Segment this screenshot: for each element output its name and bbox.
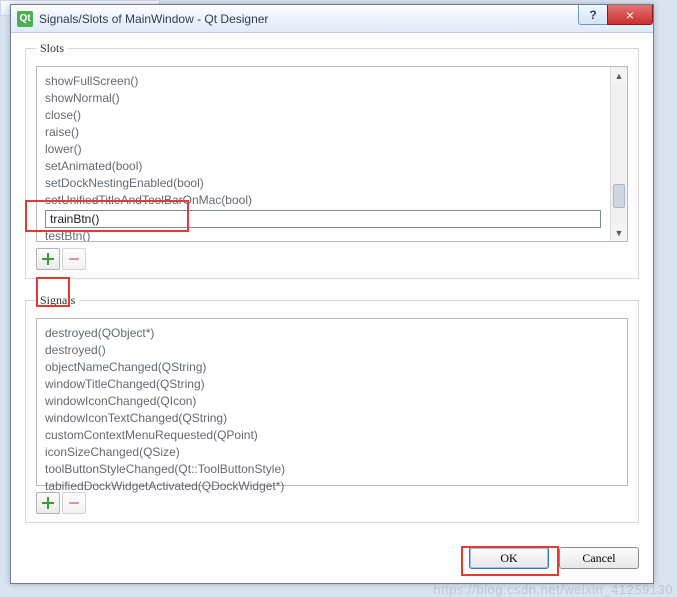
ok-button[interactable]: OK xyxy=(469,547,549,569)
list-item[interactable]: testBtn() xyxy=(45,228,601,241)
minus-icon xyxy=(67,252,81,266)
slots-group: Slots showFullScreen() showNormal() clos… xyxy=(25,41,639,279)
signals-group: Signals destroyed(QObject*) destroyed() … xyxy=(25,293,639,523)
list-item[interactable]: iconSizeChanged(QSize) xyxy=(45,444,619,461)
list-item[interactable]: raise() xyxy=(45,124,601,141)
dialog-body: Slots showFullScreen() showNormal() clos… xyxy=(25,41,639,569)
list-item[interactable]: windowIconChanged(QIcon) xyxy=(45,393,619,410)
list-item[interactable]: customContextMenuRequested(QPoint) xyxy=(45,427,619,444)
slots-scrollbar[interactable]: ▲ ▼ xyxy=(610,67,627,241)
list-item[interactable]: lower() xyxy=(45,141,601,158)
list-item[interactable]: destroyed(QObject*) xyxy=(45,325,619,342)
signals-legend: Signals xyxy=(36,293,79,308)
list-item[interactable]: setAnimated(bool) xyxy=(45,158,601,175)
list-item[interactable]: windowIconTextChanged(QString) xyxy=(45,410,619,427)
add-signal-button[interactable] xyxy=(36,492,60,514)
close-button[interactable]: × xyxy=(607,5,653,25)
help-button[interactable]: ? xyxy=(578,5,608,25)
scroll-track[interactable] xyxy=(611,84,627,224)
list-item[interactable]: windowTitleChanged(QString) xyxy=(45,376,619,393)
list-item[interactable]: setUnifiedTitleAndToolBarOnMac(bool) xyxy=(45,192,601,209)
list-item[interactable]: close() xyxy=(45,107,601,124)
signals-listbox[interactable]: destroyed(QObject*) destroyed() objectNa… xyxy=(36,318,628,486)
cancel-button[interactable]: Cancel xyxy=(559,547,639,569)
minus-icon xyxy=(67,496,81,510)
plus-icon xyxy=(41,496,55,510)
remove-slot-button[interactable] xyxy=(62,248,86,270)
slot-edit-row xyxy=(45,210,601,228)
scroll-down-icon[interactable]: ▼ xyxy=(611,224,627,241)
remove-signal-button[interactable] xyxy=(62,492,86,514)
plus-icon xyxy=(41,252,55,266)
signals-toolbar xyxy=(36,492,628,514)
qt-logo-icon: Qt xyxy=(17,11,33,27)
slots-list-inner: showFullScreen() showNormal() close() ra… xyxy=(37,67,609,241)
slot-name-input[interactable] xyxy=(45,210,601,228)
list-item[interactable]: showFullScreen() xyxy=(45,73,601,90)
titlebar[interactable]: Qt Signals/Slots of MainWindow - Qt Desi… xyxy=(11,5,653,33)
scroll-up-icon[interactable]: ▲ xyxy=(611,67,627,84)
slots-toolbar xyxy=(36,248,628,270)
list-item[interactable]: showNormal() xyxy=(45,90,601,107)
signals-slots-dialog: Qt Signals/Slots of MainWindow - Qt Desi… xyxy=(10,4,654,584)
list-item[interactable]: toolButtonStyleChanged(Qt::ToolButtonSty… xyxy=(45,461,619,478)
slots-listbox[interactable]: showFullScreen() showNormal() close() ra… xyxy=(36,66,628,242)
slots-legend: Slots xyxy=(36,41,68,56)
list-item[interactable]: setDockNestingEnabled(bool) xyxy=(45,175,601,192)
window-title: Signals/Slots of MainWindow - Qt Designe… xyxy=(39,12,578,26)
list-item[interactable]: objectNameChanged(QString) xyxy=(45,359,619,376)
scroll-thumb[interactable] xyxy=(613,184,625,208)
list-item[interactable]: destroyed() xyxy=(45,342,619,359)
add-slot-button[interactable] xyxy=(36,248,60,270)
window-buttons: ? × xyxy=(578,5,653,32)
dialog-button-row: OK Cancel xyxy=(469,547,639,569)
